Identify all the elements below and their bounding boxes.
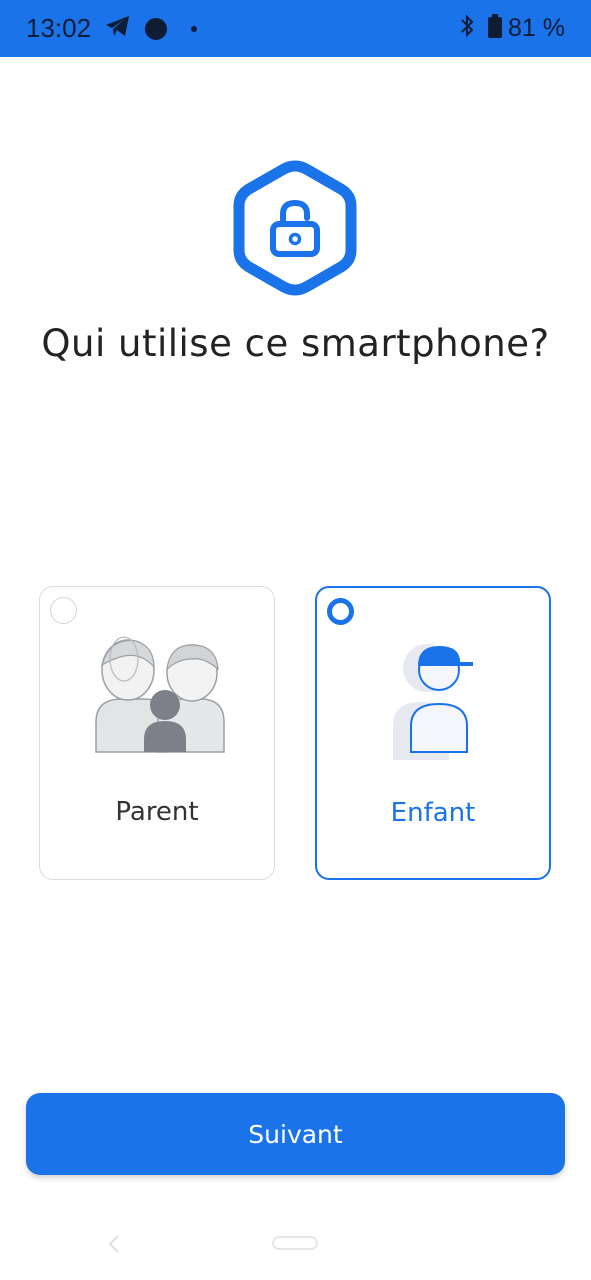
battery-icon (488, 14, 503, 43)
nav-bar (0, 1212, 591, 1280)
battery-percent: 81 % (508, 14, 565, 42)
notification-dot-icon (145, 17, 168, 40)
radio-parent[interactable] (50, 597, 77, 624)
child-illustration (317, 628, 553, 778)
small-dot-icon (191, 25, 198, 32)
option-card-enfant[interactable]: Enfant (315, 586, 551, 880)
status-bar: 13:02 81 % (0, 0, 591, 57)
page-title: Qui utilise ce smartphone? (41, 322, 550, 365)
status-left: 13:02 (26, 13, 198, 44)
lock-hexagon-icon (233, 160, 357, 296)
battery-group: 81 % (488, 14, 565, 43)
option-label-parent: Parent (115, 797, 199, 827)
home-pill-icon[interactable] (272, 1236, 318, 1250)
telegram-icon (105, 15, 131, 42)
radio-enfant[interactable] (327, 598, 354, 625)
next-button[interactable]: Suivant (26, 1093, 565, 1175)
bluetooth-icon (460, 14, 474, 43)
status-right: 81 % (460, 14, 565, 43)
status-time: 13:02 (26, 13, 92, 43)
parents-illustration (40, 627, 276, 777)
back-icon[interactable] (104, 1232, 124, 1256)
option-card-parent[interactable]: Parent (39, 586, 275, 880)
option-label-enfant: Enfant (390, 798, 476, 828)
